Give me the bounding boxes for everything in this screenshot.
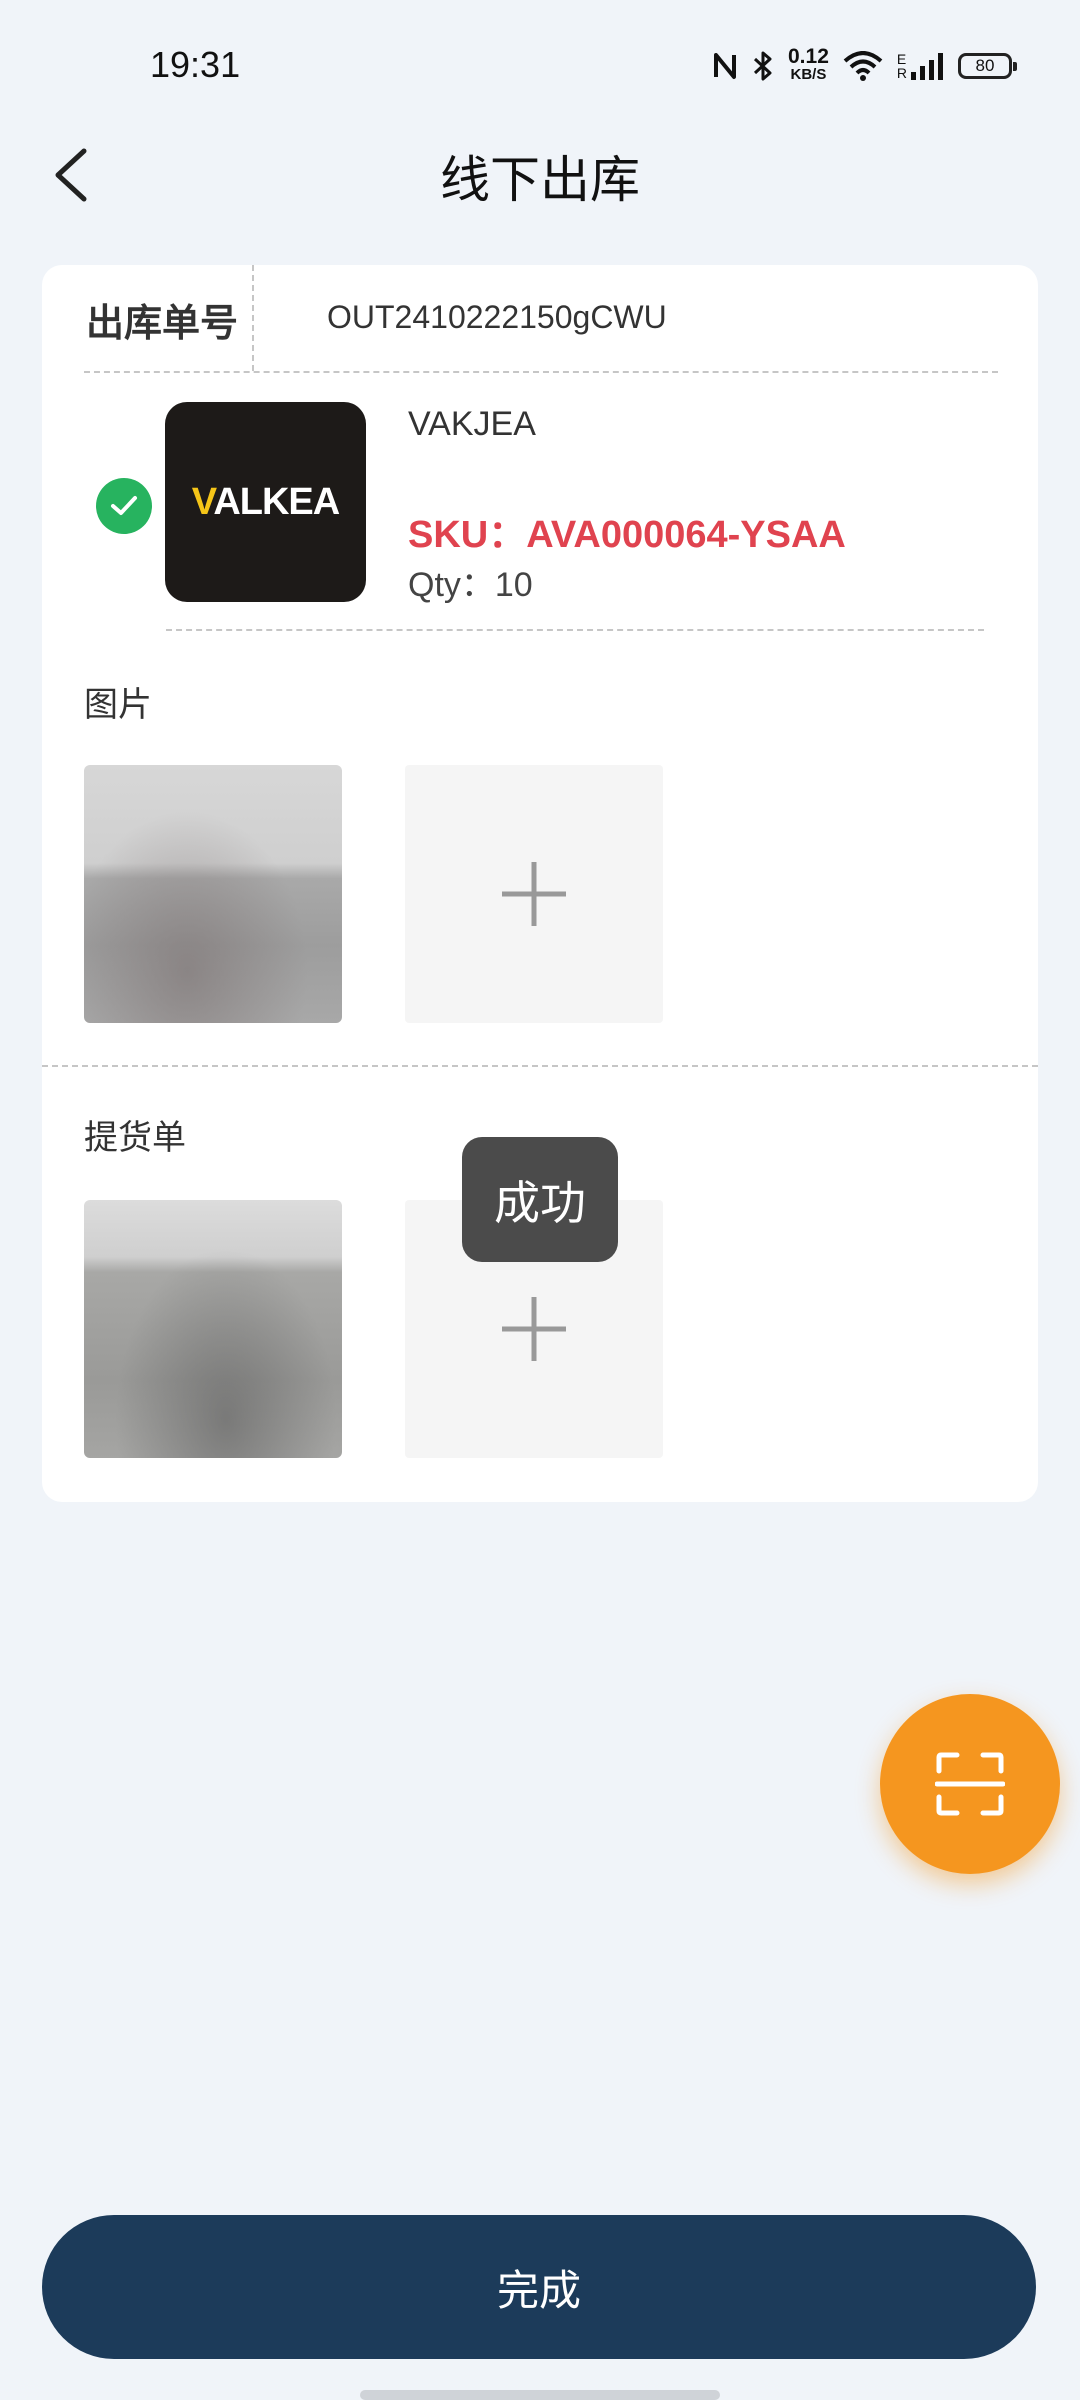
scan-button[interactable]: [880, 1694, 1060, 1874]
product-sku: SKU：AVA000064-YSAA: [408, 514, 846, 556]
bluetooth-icon: [753, 51, 772, 81]
wifi-icon: [843, 51, 883, 81]
outbound-card: 出库单号 OUT2410222150gCWU VALKEA VAKJEA SKU…: [42, 265, 1038, 1502]
uploaded-delivery-note[interactable]: [84, 1200, 342, 1458]
order-number-value: OUT2410222150gCWU: [327, 299, 667, 335]
nfc-icon: [714, 53, 736, 79]
finish-button[interactable]: 完成: [42, 2215, 1036, 2359]
signal-label: E: [896, 51, 907, 67]
product-image: VALKEA: [165, 402, 366, 602]
brand-logo: VALKEA: [191, 480, 340, 523]
product-name: VAKJEA: [408, 405, 536, 443]
signal-sublabel: R: [896, 65, 907, 81]
battery-level: 80: [975, 56, 995, 75]
battery-icon: 80: [958, 53, 1017, 79]
order-row-divider: [84, 371, 998, 373]
home-indicator[interactable]: [360, 2390, 720, 2400]
signal-indicator: E R: [897, 52, 944, 80]
net-speed-value: 0.12: [788, 45, 829, 68]
order-divider: [252, 265, 254, 371]
scan-icon: [935, 1752, 1005, 1816]
product-check-badge[interactable]: [96, 478, 152, 534]
signal-icon: [911, 53, 943, 80]
page-title: 线下出库: [440, 151, 640, 209]
net-speed-unit: KB/S: [790, 66, 827, 83]
net-speed: 0.12 KB/S: [788, 45, 829, 84]
status-time: 19:31: [150, 44, 241, 85]
product-qty: Qty：10: [408, 566, 533, 604]
success-toast: 成功: [462, 1137, 618, 1262]
images-section-label: 图片: [84, 685, 152, 725]
delivery-note-section-label: 提货单: [84, 1118, 186, 1158]
plus-icon: [502, 1297, 566, 1361]
order-number-label: 出库单号: [86, 301, 239, 345]
plus-icon: [502, 862, 566, 926]
section-divider: [42, 1065, 1038, 1067]
check-icon: [111, 496, 137, 515]
uploaded-photo[interactable]: [84, 765, 342, 1023]
add-photo-button[interactable]: [405, 765, 663, 1023]
product-row-divider: [166, 629, 984, 631]
status-icons: 0.12 KB/S E R 80: [712, 45, 1017, 84]
